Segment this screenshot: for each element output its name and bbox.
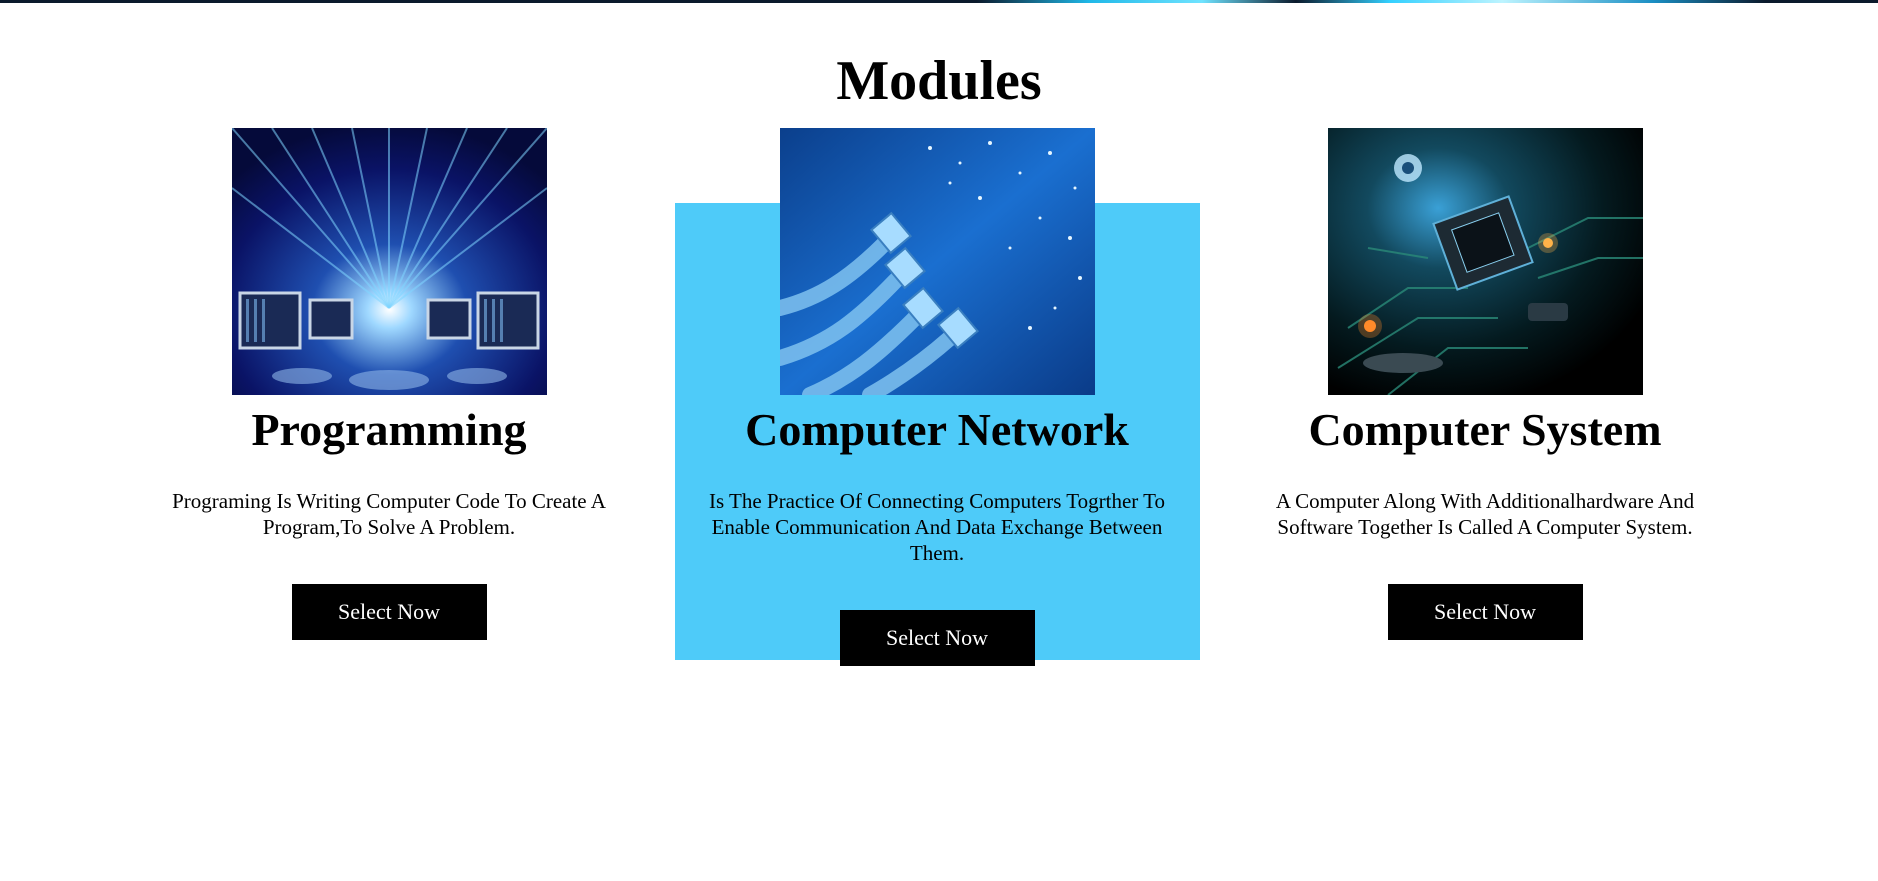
select-now-button[interactable]: Select Now: [839, 610, 1035, 666]
module-card-computer-network: Computer Network Is The Practice Of Conn…: [675, 128, 1199, 666]
module-title: Programming: [251, 404, 527, 455]
module-card-computer-system: Computer System A Computer Along With Ad…: [1223, 128, 1747, 640]
select-now-button[interactable]: Select Now: [1387, 584, 1583, 640]
module-description: Programing Is Writing Computer Code To C…: [172, 489, 606, 539]
circuit-board-image: [1327, 128, 1643, 395]
module-title: Computer System: [1308, 404, 1662, 455]
select-now-button[interactable]: Select Now: [291, 584, 487, 640]
page-title: Modules: [836, 50, 1042, 112]
programming-image: [231, 128, 547, 395]
module-description: Is The Practice Of Connecting Computers …: [708, 489, 1166, 565]
header-banner-strip: [0, 0, 1878, 3]
network-cables-image: [779, 128, 1095, 395]
module-card-programming: Programming Programing Is Writing Comput…: [127, 128, 651, 640]
module-title: Computer Network: [745, 404, 1129, 455]
module-description: A Computer Along With Additionalhardware…: [1275, 489, 1695, 539]
